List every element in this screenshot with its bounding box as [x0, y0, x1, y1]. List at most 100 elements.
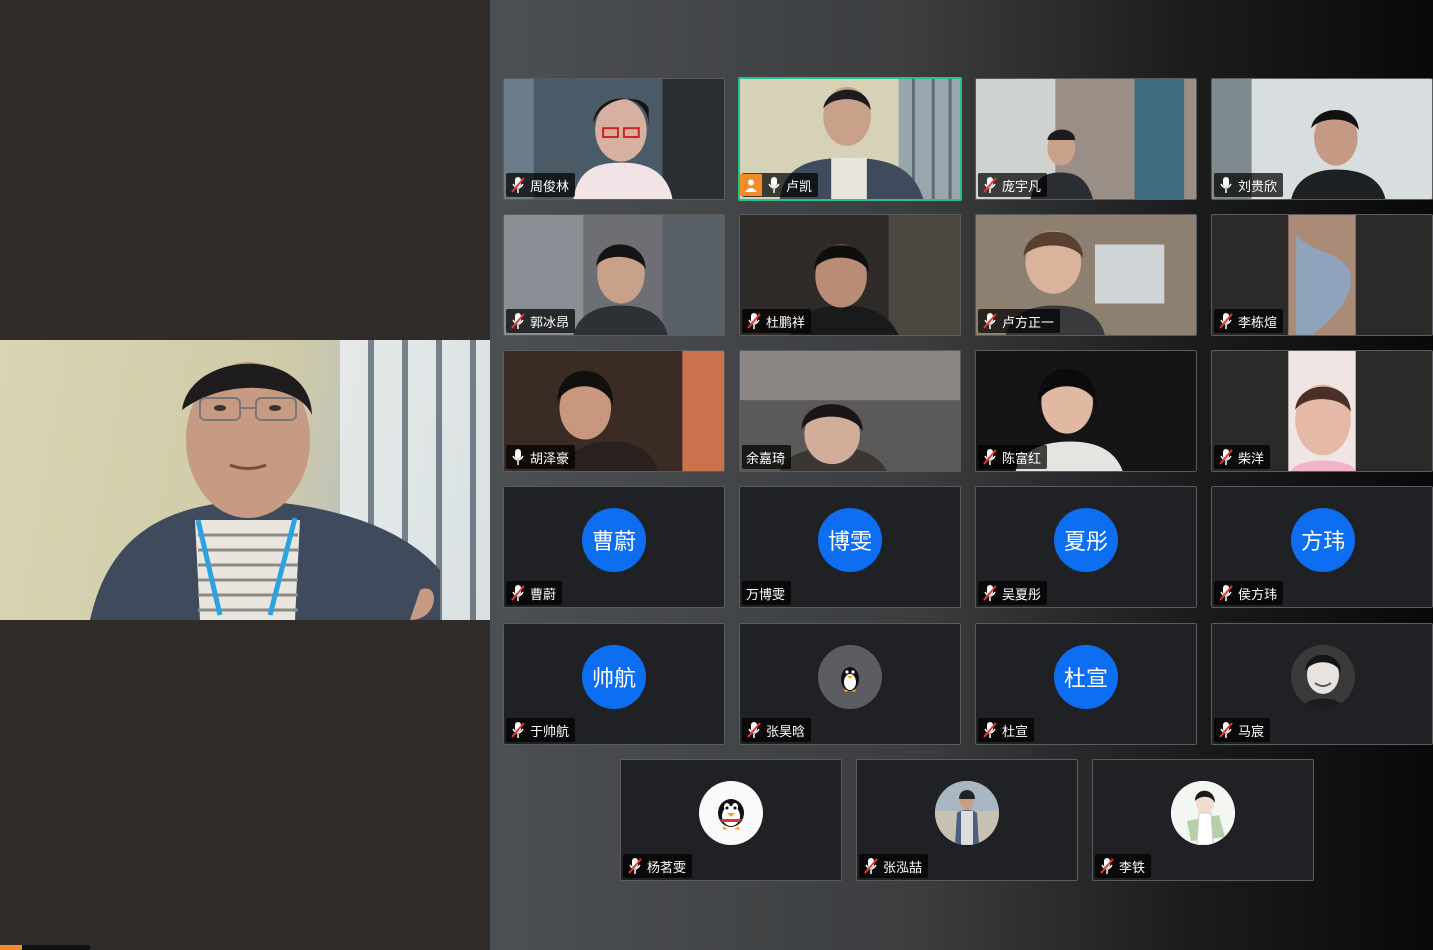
mic-muted-icon: [511, 585, 525, 601]
participant-tile[interactable]: 余嘉琦: [739, 350, 961, 472]
mic-on-icon: [768, 177, 780, 193]
name-label: 杨茗雯: [623, 854, 693, 878]
mic-on-icon: [1220, 177, 1232, 193]
name-label: 胡泽豪: [506, 445, 576, 469]
participant-name: 周俊林: [530, 178, 570, 194]
name-label: 杜鹏祥: [742, 309, 812, 333]
participant-name: 杜宣: [1002, 723, 1029, 739]
mic-muted-icon: [983, 177, 997, 193]
participant-tile[interactable]: 夏彤 吴夏彤: [975, 486, 1197, 608]
speaker-person-image: [90, 362, 440, 620]
mic-muted-icon: [628, 858, 642, 874]
name-label: 杜宣: [978, 718, 1035, 742]
penguin-icon: [818, 645, 882, 709]
participant-tile[interactable]: 李铁: [1092, 759, 1314, 881]
participant-name: 庞宇凡: [1002, 178, 1042, 194]
participant-name: 李栋煊: [1238, 314, 1278, 330]
name-label: 周俊林: [506, 173, 576, 197]
name-label: 庞宇凡: [978, 173, 1048, 197]
participant-name: 吴夏彤: [1002, 586, 1042, 602]
mic-muted-icon: [1219, 313, 1233, 329]
name-label: 李铁: [1095, 854, 1152, 878]
mic-muted-icon: [864, 858, 878, 874]
name-label: 于帅航: [506, 718, 576, 742]
participant-name: 杨茗雯: [647, 859, 687, 875]
name-label: 李栋煊: [1214, 309, 1284, 333]
participant-name: 马宸: [1238, 723, 1265, 739]
participant-tile[interactable]: 帅航 于帅航: [503, 623, 725, 745]
participant-name: 曹蔚: [530, 586, 557, 602]
name-label: 柴洋: [1214, 445, 1271, 469]
avatar: 帅航: [582, 645, 646, 709]
host-icon: [740, 174, 762, 196]
participant-tile[interactable]: 马宸: [1211, 623, 1433, 745]
name-label: 卢凯: [740, 173, 819, 197]
avatar: 曹蔚: [582, 508, 646, 572]
participant-name: 张泓喆: [883, 859, 923, 875]
avatar: 夏彤: [1054, 508, 1118, 572]
participant-name: 胡泽豪: [530, 450, 570, 466]
name-label: 卢方正一: [978, 309, 1061, 333]
name-label: 侯方玮: [1214, 581, 1284, 605]
mic-muted-icon: [511, 177, 525, 193]
participant-tile[interactable]: 柴洋: [1211, 350, 1433, 472]
mic-muted-icon: [747, 722, 761, 738]
participant-name: 于帅航: [530, 723, 570, 739]
name-label: 张泓喆: [859, 854, 929, 878]
bottom-tab-indicator[interactable]: [0, 945, 90, 950]
participant-name: 柴洋: [1238, 450, 1265, 466]
participant-tile[interactable]: 卢方正一: [975, 214, 1197, 336]
name-label: 马宸: [1214, 718, 1271, 742]
participant-name: 卢凯: [786, 178, 813, 194]
participant-tile[interactable]: 张泓喆: [856, 759, 1078, 881]
participant-tile[interactable]: 郭冰昂: [503, 214, 725, 336]
mic-muted-icon: [511, 313, 525, 329]
participant-tile[interactable]: 庞宇凡: [975, 78, 1197, 200]
avatar: 博雯: [818, 508, 882, 572]
portrait-icon: [935, 781, 999, 845]
participant-tile[interactable]: 杨茗雯: [620, 759, 842, 881]
name-label: 吴夏彤: [978, 581, 1048, 605]
participant-name: 万博雯: [746, 586, 786, 602]
name-label: 陈富红: [978, 445, 1048, 469]
name-label: 余嘉琦: [742, 445, 792, 469]
participant-tile[interactable]: 方玮 侯方玮: [1211, 486, 1433, 608]
participant-name: 余嘉琦: [746, 450, 786, 466]
participant-name: 侯方玮: [1238, 586, 1278, 602]
participant-tile[interactable]: 博雯 万博雯: [739, 486, 961, 608]
participant-tile[interactable]: 杜宣 杜宣: [975, 623, 1197, 745]
participant-tile-active-speaker[interactable]: 卢凯: [738, 77, 962, 201]
participant-tile[interactable]: 杜鹏祥: [739, 214, 961, 336]
participant-tile[interactable]: 李栋煊: [1211, 214, 1433, 336]
participant-tile[interactable]: 张昊晗: [739, 623, 961, 745]
participant-tile[interactable]: 胡泽豪: [503, 350, 725, 472]
participant-name: 张昊晗: [766, 723, 806, 739]
name-label: 刘贵欣: [1214, 173, 1284, 197]
gallery-grid: 周俊林 卢凯 庞宇凡 刘贵欣 郭冰昂 杜鹏祥 卢方正一 李栋煊 胡泽豪 余嘉琦 …: [490, 0, 1433, 950]
mic-muted-icon: [1100, 858, 1114, 874]
portrait-icon: [1171, 781, 1235, 845]
mic-muted-icon: [1219, 449, 1233, 465]
participant-tile[interactable]: 周俊林: [503, 78, 725, 200]
participant-tile[interactable]: 陈富红: [975, 350, 1197, 472]
avatar: 方玮: [1291, 508, 1355, 572]
participant-name: 陈富红: [1002, 450, 1042, 466]
participant-name: 李铁: [1119, 859, 1146, 875]
mic-muted-icon: [983, 585, 997, 601]
participant-name: 郭冰昂: [530, 314, 570, 330]
mic-muted-icon: [983, 313, 997, 329]
mic-muted-icon: [1219, 585, 1233, 601]
active-speaker-video[interactable]: [0, 340, 490, 620]
participant-tile[interactable]: 曹蔚 曹蔚: [503, 486, 725, 608]
portrait-icon: [1291, 645, 1355, 709]
participant-name: 刘贵欣: [1238, 178, 1278, 194]
name-label: 张昊晗: [742, 718, 812, 742]
participant-name: 卢方正一: [1002, 314, 1055, 330]
avatar: 杜宣: [1054, 645, 1118, 709]
participant-name: 杜鹏祥: [766, 314, 806, 330]
participant-tile[interactable]: 刘贵欣: [1211, 78, 1433, 200]
name-label: 曹蔚: [506, 581, 563, 605]
name-label: 万博雯: [742, 581, 792, 605]
mic-muted-icon: [1219, 722, 1233, 738]
mic-muted-icon: [511, 722, 525, 738]
